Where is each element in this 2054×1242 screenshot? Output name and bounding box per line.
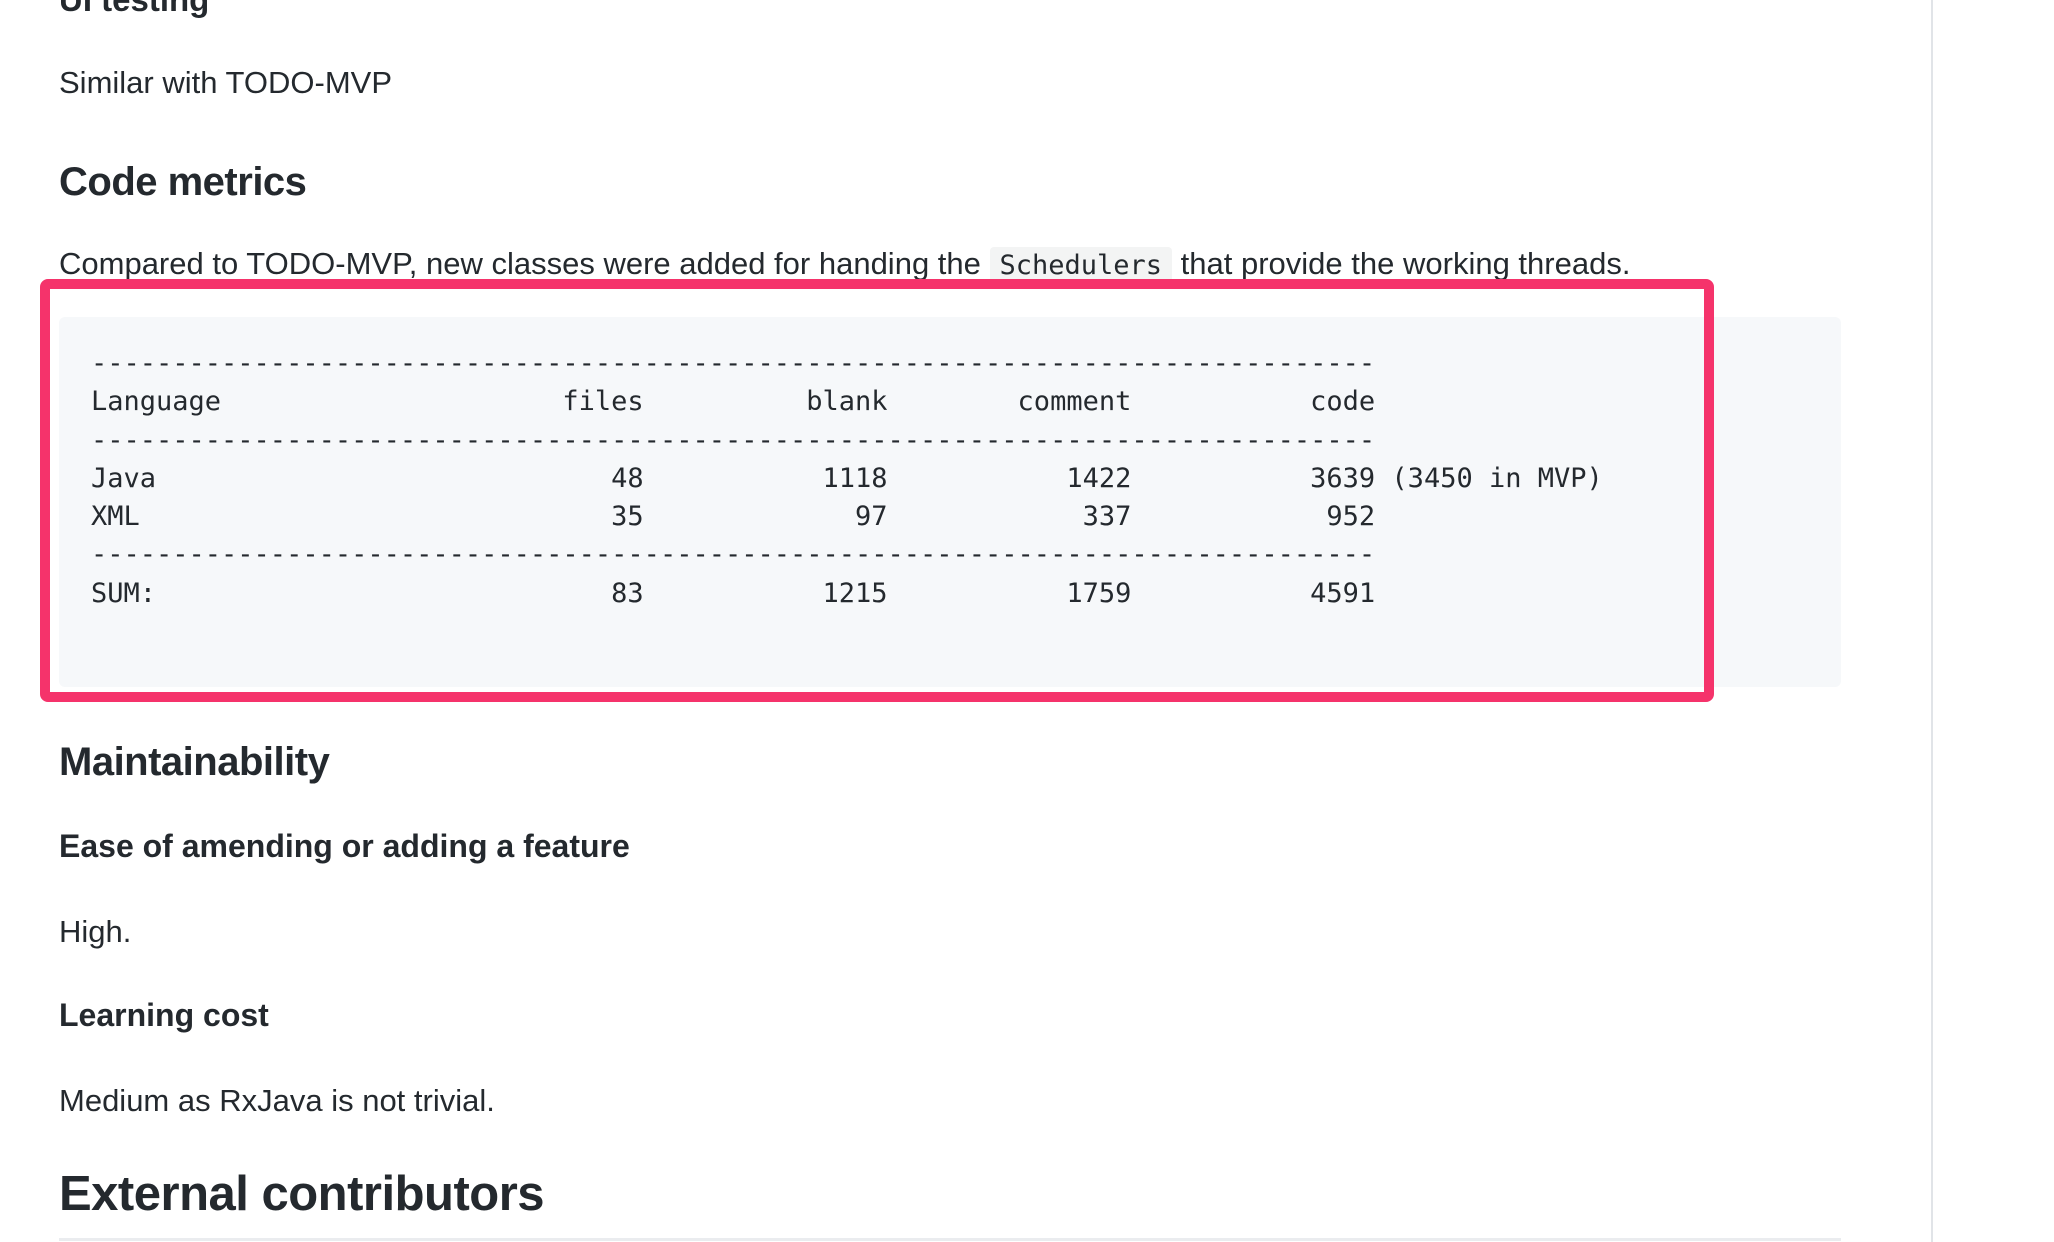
ui-testing-heading: UI testing xyxy=(59,0,209,20)
ease-text: High. xyxy=(59,914,132,949)
learning-cost-heading: Learning cost xyxy=(59,997,269,1033)
code-metrics-text: Compared to TODO-MVP, new classes were a… xyxy=(59,244,1630,286)
code-line-xml: XML 35 97 337 952 xyxy=(91,501,1376,533)
schedulers-inline-code: Schedulers xyxy=(989,247,1173,284)
ui-testing-text: Similar with TODO-MVP xyxy=(59,65,393,100)
code-line-header: Language files blank comment code xyxy=(91,386,1376,418)
code-metrics-text-before: Compared to TODO-MVP, new classes were a… xyxy=(59,246,990,281)
ease-heading: Ease of amending or adding a feature xyxy=(59,828,630,864)
code-line-separator-bottom: ----------------------------------------… xyxy=(91,539,1376,571)
code-metrics-text-after: that provide the working threads. xyxy=(1172,246,1631,281)
code-line-separator-top: ----------------------------------------… xyxy=(91,348,1376,379)
external-contributors-heading: External contributors xyxy=(59,1167,545,1221)
code-metrics-block: ----------------------------------------… xyxy=(59,317,1841,687)
learning-cost-text: Medium as RxJava is not trivial. xyxy=(59,1083,495,1118)
code-line-sum: SUM: 83 1215 1759 4591 xyxy=(91,577,1376,609)
code-line-separator-mid: ----------------------------------------… xyxy=(91,424,1376,456)
content-right-border xyxy=(1931,0,1933,1242)
readme-page: UI testing Similar with TODO-MVP Code me… xyxy=(0,0,2054,1242)
code-line-java: Java 48 1118 1422 3639 (3450 in MVP) xyxy=(91,462,1603,494)
code-metrics-pre: ----------------------------------------… xyxy=(91,345,1603,613)
maintainability-heading: Maintainability xyxy=(59,740,330,784)
heading-underline-rule xyxy=(59,1238,1841,1241)
code-metrics-heading: Code metrics xyxy=(59,160,307,204)
